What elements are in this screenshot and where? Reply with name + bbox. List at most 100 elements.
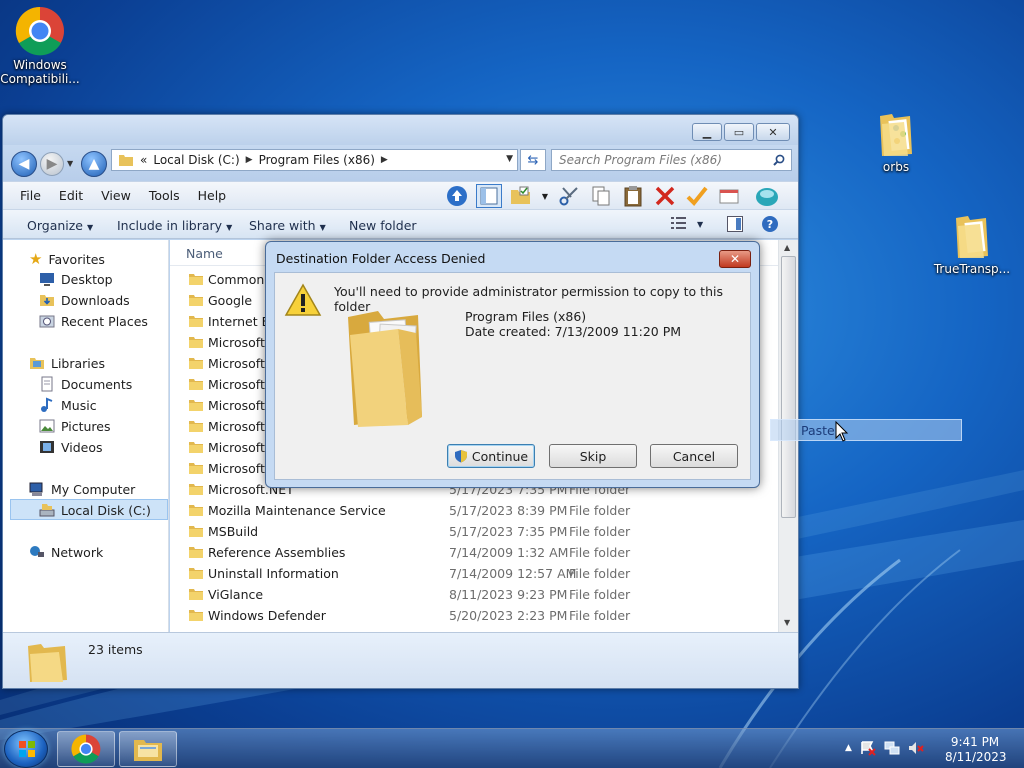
checkmark-icon[interactable] [684, 184, 710, 208]
table-row[interactable]: MSBuild 5/17/2023 7:35 PM File folder [170, 521, 778, 542]
system-tray: ▲ [845, 740, 924, 756]
network-status-icon[interactable] [884, 740, 900, 756]
file-date: 5/17/2023 8:39 PM [449, 503, 568, 518]
nav-music[interactable]: Music [39, 397, 97, 413]
desktop-icon-label: Windows Compatibili... [0, 58, 80, 86]
chrome-icon [71, 734, 101, 764]
table-row[interactable]: ViGlance 8/11/2023 9:23 PM File folder [170, 584, 778, 605]
chevron-down-icon[interactable]: ▼ [540, 184, 550, 208]
file-type: File folder [569, 524, 631, 539]
chevron-down-icon[interactable]: ▼ [697, 220, 703, 229]
table-row[interactable]: Windows Defender 5/20/2023 2:23 PM File fo… [170, 605, 778, 626]
nav-libraries[interactable]: Libraries [29, 355, 105, 371]
nav-pictures[interactable]: Pictures [39, 418, 111, 434]
chevron-down-icon: ▼ [87, 223, 94, 232]
nav-recent-places[interactable]: Recent Places [39, 313, 148, 329]
taskbar-clock[interactable]: 9:41 PM 8/11/2023 [945, 735, 1007, 765]
copy-icon[interactable] [588, 184, 614, 208]
address-crumb-program-files[interactable]: Program Files (x86) [259, 153, 375, 167]
menu-file[interactable]: File [11, 188, 50, 203]
address-overflow[interactable]: « [140, 153, 147, 167]
folder-icon [188, 545, 204, 562]
nav-network[interactable]: Network [29, 544, 103, 560]
share-with-button[interactable]: Share with ▼ [249, 218, 326, 233]
up-button[interactable]: ▲ [81, 151, 107, 177]
scroll-up-arrow[interactable]: ▲ [784, 243, 790, 252]
recent-pages-dropdown[interactable]: ▼ [67, 159, 73, 168]
show-hidden-icons[interactable]: ▲ [845, 743, 852, 753]
maximize-button[interactable]: ▭ [724, 123, 754, 141]
folder-icon [188, 335, 204, 352]
file-name: MSBuild [208, 524, 259, 539]
folder-options-icon[interactable] [508, 184, 534, 208]
column-header-name[interactable]: Name [186, 246, 223, 261]
cancel-button[interactable]: Cancel [650, 444, 738, 468]
scroll-down-arrow[interactable]: ▼ [784, 618, 790, 627]
desktop-icon-orbs[interactable]: orbs [856, 110, 936, 174]
dialog-body: You'll need to provide administrator per… [274, 272, 751, 480]
mouse-cursor-icon [835, 421, 849, 442]
back-button[interactable]: ◀ [11, 151, 37, 177]
organize-label: Organize [27, 218, 83, 233]
view-options-icon[interactable] [671, 216, 687, 233]
nav-label: Music [61, 397, 97, 413]
nav-videos[interactable]: Videos [39, 439, 103, 455]
organize-button[interactable]: Organize ▼ [27, 218, 93, 233]
start-button[interactable] [4, 730, 48, 768]
properties-icon[interactable] [716, 184, 742, 208]
skip-button[interactable]: Skip [549, 444, 637, 468]
cut-icon[interactable] [556, 184, 582, 208]
nav-downloads[interactable]: Downloads [39, 292, 130, 308]
table-row[interactable]: Mozilla Maintenance Service 5/17/2023 8:3… [170, 500, 778, 521]
nav-label: Documents [61, 376, 133, 392]
continue-button[interactable]: Continue [447, 444, 535, 468]
scroll-thumb[interactable] [781, 256, 796, 518]
volume-muted-icon[interactable] [908, 740, 924, 756]
nav-favorites[interactable]: ★ Favorites [29, 250, 105, 268]
paste-icon[interactable] [620, 184, 646, 208]
item-count: 23 items [88, 642, 143, 657]
include-in-library-button[interactable]: Include in library ▼ [117, 218, 232, 233]
table-row[interactable]: Reference Assemblies 7/14/2009 1:32 AM Fil… [170, 542, 778, 563]
window-titlebar[interactable]: ▁ ▭ ✕ [3, 115, 798, 145]
address-crumb-local-disk[interactable]: Local Disk (C:) [153, 153, 239, 167]
up-arrow-icon[interactable] [444, 184, 470, 208]
table-row[interactable]: Uninstall Information 7/14/2009 12:57 AM F… [170, 563, 778, 584]
preview-pane-icon[interactable] [727, 216, 743, 235]
taskbar-chrome[interactable] [57, 731, 115, 767]
chevron-right-icon[interactable]: ▶ [246, 155, 253, 165]
nav-desktop[interactable]: Desktop [39, 271, 113, 287]
view-pane-icon[interactable] [476, 184, 502, 208]
nav-documents[interactable]: Documents [39, 376, 132, 392]
help-icon[interactable]: ? [761, 215, 779, 236]
desktop-icon-truetransparency[interactable]: TrueTransp... [932, 212, 1012, 276]
new-folder-button[interactable]: New folder [349, 218, 417, 233]
orb-icon[interactable] [754, 184, 780, 208]
desktop-icon-chrome-compat[interactable]: Windows Compatibili... [0, 6, 80, 86]
nav-label: Local Disk (C:) [61, 502, 151, 518]
menu-edit[interactable]: Edit [50, 188, 92, 203]
folder-icon [188, 398, 204, 415]
forward-button[interactable]: ▶ [40, 152, 64, 176]
chevron-right-icon[interactable]: ▶ [381, 155, 388, 165]
menu-help[interactable]: Help [189, 188, 236, 203]
file-name: Google [208, 293, 253, 308]
desktop-icon [40, 273, 54, 286]
close-button[interactable]: ✕ [756, 123, 790, 141]
delete-icon[interactable] [652, 184, 678, 208]
search-icon[interactable] [773, 154, 785, 166]
menu-tools[interactable]: Tools [140, 188, 189, 203]
search-input[interactable]: Search Program Files (x86) [551, 149, 792, 171]
dialog-close-button[interactable]: ✕ [719, 250, 751, 268]
address-bar[interactable]: « Local Disk (C:) ▶ Program Files (x86) … [111, 149, 518, 171]
warning-icon [284, 283, 322, 316]
nav-local-disk[interactable]: Local Disk (C:) [39, 502, 151, 518]
action-center-icon[interactable] [860, 740, 876, 756]
taskbar-explorer[interactable] [119, 731, 177, 767]
refresh-button[interactable]: ⇆ [520, 149, 546, 171]
folder-icon [188, 293, 204, 310]
menu-view[interactable]: View [92, 188, 140, 203]
minimize-button[interactable]: ▁ [692, 123, 722, 141]
nav-my-computer[interactable]: My Computer [29, 481, 135, 497]
address-dropdown[interactable]: ▼ [506, 154, 513, 164]
